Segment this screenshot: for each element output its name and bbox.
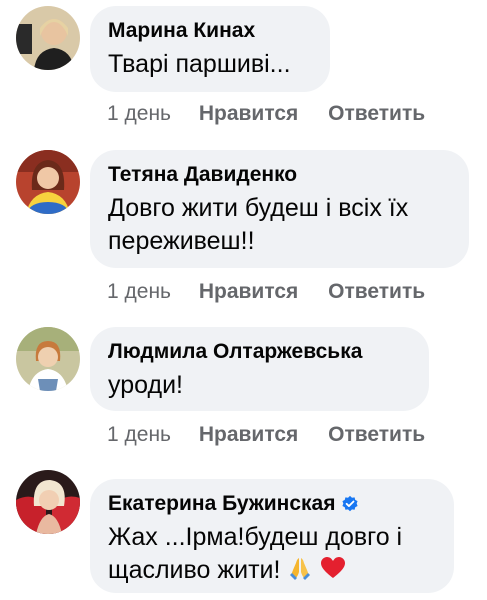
- comment-text: уроди!: [108, 371, 183, 399]
- comment-actions: 1 день Нравится Ответить: [107, 422, 449, 448]
- comment-text: Тварі паршиві...: [108, 50, 291, 78]
- like-button[interactable]: Нравится: [199, 280, 298, 303]
- comment-bubble: Тетяна Давиденко Довго жити будеш і всіх…: [90, 150, 469, 268]
- comment-text-line: щасливо жити!: [108, 554, 436, 587]
- comment-bubble: Марина Кинах Тварі паршиві...: [90, 6, 330, 92]
- avatar-tetyana[interactable]: [16, 150, 80, 214]
- comment-bubble: Людмила Олтаржевська уроди!: [90, 327, 429, 411]
- comment-time[interactable]: 1 день: [107, 102, 171, 125]
- red-heart-icon: [321, 557, 346, 578]
- comment-actions: 1 день Нравится Ответить: [107, 279, 449, 305]
- comment-time[interactable]: 1 день: [107, 280, 171, 303]
- comment-author[interactable]: Людмила Олтаржевська: [108, 339, 411, 365]
- comment-text-line: Жах ...Ірма!будеш довго і: [108, 523, 403, 551]
- comment-author[interactable]: Тетяна Давиденко: [108, 162, 451, 188]
- avatar-lyudmyla[interactable]: [16, 327, 80, 391]
- reply-button[interactable]: Ответить: [328, 102, 425, 125]
- comment-bubble: Екатерина Бужинская Жах ...Ірма!будеш до…: [90, 479, 454, 593]
- avatar-marina[interactable]: [16, 6, 80, 70]
- comment-text-line: Довго жити будеш і всіх їх: [108, 194, 409, 222]
- comment-actions: 1 день Нравится Ответить: [107, 101, 449, 127]
- comment-author[interactable]: Марина Кинах: [108, 18, 312, 44]
- avatar-ekaterina[interactable]: [16, 470, 80, 534]
- reply-button[interactable]: Ответить: [328, 423, 425, 446]
- comment-text-segment: щасливо жити!: [108, 556, 281, 584]
- comment-text: Жах ...Ірма!будеш довго і щасливо жити!: [108, 521, 436, 587]
- comment-time[interactable]: 1 день: [107, 423, 171, 446]
- reply-button[interactable]: Ответить: [328, 280, 425, 303]
- comment-text-line: переживеш!!: [108, 227, 255, 255]
- verified-badge-icon: [342, 495, 359, 512]
- comment-author-name[interactable]: Екатерина Бужинская: [108, 491, 335, 517]
- folded-hands-icon: [290, 558, 311, 580]
- comment-text: Довго жити будеш і всіх їх переживеш!!: [108, 192, 451, 258]
- like-button[interactable]: Нравится: [199, 102, 298, 125]
- comment-author[interactable]: Екатерина Бужинская: [108, 491, 436, 517]
- like-button[interactable]: Нравится: [199, 423, 298, 446]
